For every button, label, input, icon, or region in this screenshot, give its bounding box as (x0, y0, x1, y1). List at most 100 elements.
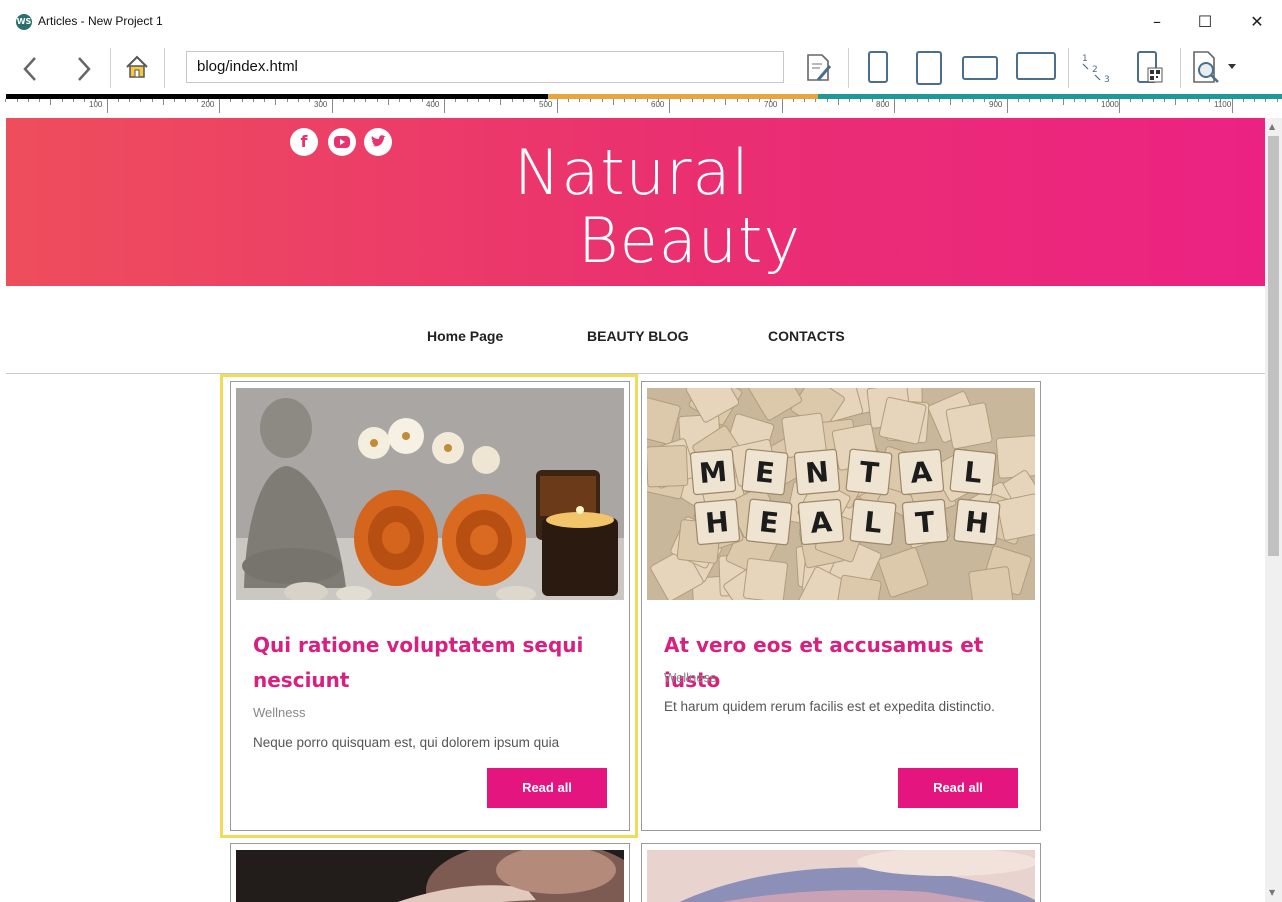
read-all-button[interactable]: Read all (487, 768, 607, 808)
ruler-tick (174, 99, 175, 102)
toolbar-separator (164, 48, 165, 88)
ruler-label: 100 (89, 100, 103, 109)
scroll-up-icon[interactable]: ▲ (1269, 122, 1275, 131)
ruler-tick (928, 99, 929, 102)
ruler-tick (500, 99, 501, 105)
ruler-tick (1085, 99, 1086, 102)
toolbar-separator (1180, 48, 1181, 88)
facebook-icon[interactable]: f (290, 128, 318, 156)
ruler-tick (455, 99, 456, 102)
ruler-tick (163, 99, 164, 105)
article-category: Wellness (664, 670, 717, 685)
phone-portrait-icon[interactable] (868, 51, 888, 83)
ruler-tick (140, 99, 141, 102)
article-title-line1[interactable]: Qui ratione voluptatem sequi (253, 628, 583, 663)
url-input[interactable]: blog/index.html (186, 51, 784, 83)
background-tile (878, 396, 927, 445)
ruler-label: 400 (426, 100, 440, 109)
article-title-line2[interactable]: nesciunt (253, 663, 349, 698)
tablet-portrait-icon[interactable] (916, 51, 942, 85)
nav-home-link[interactable]: Home Page (427, 328, 503, 344)
scroll-down-icon[interactable]: ▼ (1269, 888, 1275, 897)
ruler-tick (185, 99, 186, 102)
ruler-tick (804, 99, 805, 102)
ruler-tick (332, 99, 333, 113)
article-card[interactable] (230, 843, 630, 902)
tab-order-icon[interactable]: 1 2 3 (1078, 50, 1114, 86)
article-excerpt: Neque porro quisquam est, qui dolorem ip… (253, 735, 560, 750)
letter-tile: N (793, 448, 841, 496)
svg-text:3: 3 (1104, 75, 1110, 85)
qr-preview-icon[interactable] (1134, 50, 1168, 86)
ruler-tick (118, 99, 119, 102)
ruler-tick (568, 99, 569, 102)
article-excerpt: Et harum quidem rerum facilis est et exp… (664, 699, 995, 714)
ruler-tick (489, 99, 490, 102)
minimize-button[interactable]: – (1142, 10, 1172, 34)
ruler-tick (872, 99, 873, 102)
ruler-tick (1265, 99, 1266, 102)
scroll-thumb[interactable] (1268, 136, 1279, 556)
ruler-tick (748, 99, 749, 102)
ruler-label: 600 (651, 100, 665, 109)
ruler-tick (647, 99, 648, 102)
page-viewport[interactable]: f Natural Beauty Home Page BEAUTY BLOG C… (6, 118, 1265, 902)
letter-tile-text: M (698, 455, 729, 490)
letter-tile-text: A (809, 505, 834, 540)
nav-contacts-link[interactable]: CONTACTS (768, 328, 845, 344)
edit-page-icon[interactable] (804, 52, 834, 84)
ruler-tick (1063, 99, 1064, 105)
vertical-scrollbar[interactable]: ▲ ▼ (1265, 118, 1282, 902)
ruler-label: 800 (876, 100, 890, 109)
ruler-tick (1187, 99, 1188, 102)
ruler-tick (242, 99, 243, 102)
browser-preview-icon[interactable] (1190, 50, 1224, 86)
ruler-tick (309, 99, 310, 102)
ruler-tick (973, 99, 974, 102)
desktop-icon[interactable] (1016, 52, 1056, 80)
ruler-tick (219, 99, 220, 113)
letter-tile-text: H (704, 505, 730, 540)
ruler-tick (692, 99, 693, 102)
letter-tile: L (949, 448, 997, 496)
back-icon[interactable] (22, 56, 38, 82)
letter-tile-text: T (914, 505, 936, 540)
letter-tile-text: E (754, 455, 776, 490)
article-card[interactable]: Qui ratione voluptatem sequi nesciunt We… (230, 381, 630, 831)
article-card[interactable]: MENTALHEALTH At vero eos et accusamus et… (641, 381, 1041, 831)
ruler-tick (534, 99, 535, 102)
ruler-tick (5, 99, 6, 102)
toolbar-separator (848, 48, 849, 88)
ruler-tick (1153, 99, 1154, 102)
maximize-button[interactable]: ☐ (1190, 10, 1220, 34)
nav-beauty-blog-link[interactable]: BEAUTY BLOG (587, 328, 689, 344)
site-nav: Home Page BEAUTY BLOG CONTACTS (6, 286, 1265, 374)
article-image-spa (236, 388, 624, 600)
read-all-button[interactable]: Read all (898, 768, 1018, 808)
svg-text:1: 1 (1082, 54, 1088, 64)
ruler-tick (1029, 99, 1030, 102)
letter-tile-text: L (862, 505, 883, 540)
article-title-line1[interactable]: At vero eos et accusamus et iusto (664, 628, 1040, 698)
ruler-label: 700 (764, 100, 778, 109)
ruler-tick (1198, 99, 1199, 102)
ruler-tick (422, 99, 423, 102)
ruler-tick (152, 99, 153, 102)
close-button[interactable]: ✕ (1242, 10, 1272, 34)
forward-icon[interactable] (76, 56, 92, 82)
ruler-tick (1254, 99, 1255, 102)
article-card[interactable] (641, 843, 1041, 902)
youtube-icon[interactable] (328, 128, 356, 156)
ruler-tick (838, 99, 839, 105)
tablet-landscape-icon[interactable] (962, 56, 998, 80)
ruler-tick (298, 99, 299, 102)
home-icon[interactable] (124, 54, 150, 80)
ruler-tick (737, 99, 738, 102)
background-tile (647, 445, 689, 488)
ruler-label: 500 (539, 100, 553, 109)
ruler-tick (410, 99, 411, 102)
ruler-tick (669, 99, 670, 113)
toolbar-separator (110, 48, 111, 88)
twitter-icon[interactable] (364, 128, 392, 156)
dropdown-arrow-icon[interactable] (1228, 64, 1236, 70)
